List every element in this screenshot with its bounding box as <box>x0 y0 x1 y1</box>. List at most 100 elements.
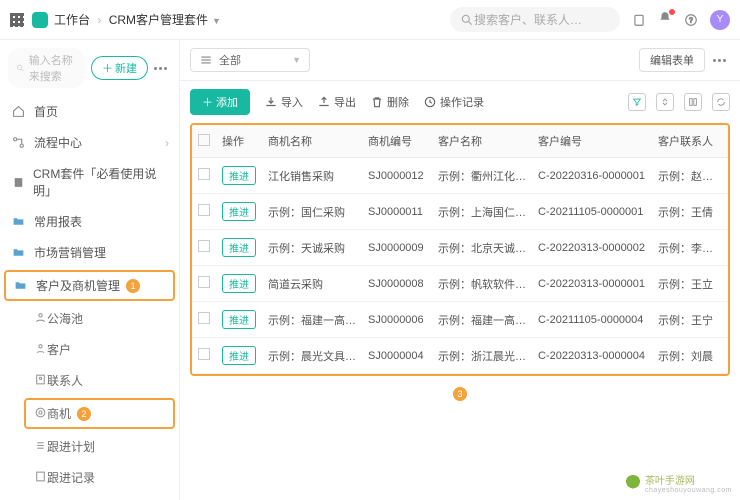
badge-2-icon: 2 <box>77 407 91 421</box>
sidebar-item-home[interactable]: 首页 <box>0 96 179 127</box>
sidebar-child-contact[interactable]: 联系人 <box>0 365 179 396</box>
sidebar-item-process[interactable]: 流程中心 <box>0 127 179 158</box>
sidebar-item-reports[interactable]: 常用报表 <box>0 206 179 237</box>
cell-contact: 示例：王倩 <box>652 194 728 230</box>
cell-cust-code: C-20220313-0000001 <box>532 266 652 302</box>
table-header-row: 操作 商机名称 商机编号 客户名称 客户编号 客户联系人 <box>192 125 728 158</box>
contact-icon <box>34 373 47 386</box>
import-button[interactable]: 导入 <box>264 94 303 110</box>
breadcrumb: 工作台 › CRM客户管理套件▼ <box>54 11 221 28</box>
progress-button[interactable]: 推进 <box>222 202 256 221</box>
sidebar-child-plan[interactable]: 跟进计划 <box>0 431 179 462</box>
list-view-icon <box>199 53 213 67</box>
cell-opp-code: SJ0000012 <box>362 158 432 194</box>
clipboard-icon[interactable] <box>632 13 646 27</box>
row-checkbox[interactable] <box>198 168 210 180</box>
cell-opp-code: SJ0000004 <box>362 338 432 374</box>
table-row[interactable]: 推进简道云采购SJ0000008示例：帆软软件有限公司C-20220313-00… <box>192 266 728 302</box>
user-icon <box>34 342 47 355</box>
edit-form-button[interactable]: 编辑表单 <box>639 48 705 72</box>
sidebar-child-opportunity[interactable]: 商机2 <box>24 398 175 429</box>
cell-cust-name: 示例：帆软软件有限公司 <box>432 266 532 302</box>
history-icon <box>423 95 437 109</box>
filter-button[interactable] <box>628 93 646 111</box>
table-row[interactable]: 推进示例：国仁采购SJ0000011示例：上海国仁有限…C-20211105-0… <box>192 194 728 230</box>
refresh-button[interactable] <box>712 93 730 111</box>
table-row[interactable]: 推进示例：天诚采购SJ0000009示例：北京天诚软件…C-20220313-0… <box>192 230 728 266</box>
folder-icon <box>12 246 25 259</box>
badge-3-icon: 3 <box>453 387 467 401</box>
row-checkbox[interactable] <box>198 348 210 360</box>
help-icon[interactable]: ? <box>684 13 698 27</box>
sidebar-child-cust-analysis[interactable]: 客户分析 <box>0 493 179 500</box>
cell-opp-name: 示例：福建一高3月订单 <box>262 302 362 338</box>
sidebar-search-input[interactable]: 输入名称来搜索 <box>8 48 85 88</box>
view-select[interactable]: 全部 ▼ <box>190 48 310 72</box>
download-icon <box>264 95 278 109</box>
table-row[interactable]: 推进江化销售采购SJ0000012示例：衢州江化集团C-20220316-000… <box>192 158 728 194</box>
cell-opp-code: SJ0000006 <box>362 302 432 338</box>
brand-logo-icon <box>32 12 48 28</box>
cell-opp-name: 示例：天诚采购 <box>262 230 362 266</box>
cell-cust-name: 示例：福建一高集团 <box>432 302 532 338</box>
upload-icon <box>317 95 331 109</box>
cell-cust-code: C-20220313-0000004 <box>532 338 652 374</box>
sidebar-item-crm-guide[interactable]: CRM套件「必看使用说明」 <box>0 158 179 206</box>
row-checkbox[interactable] <box>198 312 210 324</box>
table-row[interactable]: 推进示例：福建一高3月订单SJ0000006示例：福建一高集团C-2021110… <box>192 302 728 338</box>
cell-cust-name: 示例：衢州江化集团 <box>432 158 532 194</box>
sidebar-child-followup[interactable]: 跟进记录 <box>0 462 179 493</box>
sidebar-child-customer[interactable]: 客户 <box>0 334 179 365</box>
cell-opp-name: 示例：晨光文具设备… <box>262 338 362 374</box>
export-button[interactable]: 导出 <box>317 94 356 110</box>
sidebar-item-marketing[interactable]: 市场营销管理 <box>0 237 179 268</box>
sidebar-item-customers[interactable]: 客户及商机管理1 <box>4 270 175 301</box>
view-more-icon[interactable] <box>713 59 726 62</box>
select-all-checkbox[interactable] <box>198 134 210 146</box>
apps-grid-icon[interactable] <box>10 13 24 27</box>
expand-button[interactable] <box>656 93 674 111</box>
progress-button[interactable]: 推进 <box>222 238 256 257</box>
columns-button[interactable] <box>684 93 702 111</box>
col-opp-code: 商机编号 <box>362 125 432 158</box>
workspace-link[interactable]: 工作台 <box>54 13 90 27</box>
cell-opp-name: 示例：国仁采购 <box>262 194 362 230</box>
home-icon <box>12 105 25 118</box>
new-button[interactable]: ＋新建 <box>91 56 148 80</box>
oplog-button[interactable]: 操作记录 <box>423 94 484 110</box>
watermark-icon <box>625 475 641 491</box>
suite-dropdown[interactable]: CRM客户管理套件▼ <box>109 13 221 27</box>
list-icon <box>34 439 47 452</box>
table-footer-badge: 3 <box>180 384 740 403</box>
target-icon <box>34 406 47 419</box>
sort-icon <box>660 97 670 107</box>
sidebar-more-icon[interactable] <box>154 67 167 70</box>
sidebar-child-pool[interactable]: 公海池 <box>0 303 179 334</box>
notifications-button[interactable] <box>658 11 672 28</box>
chevron-down-icon: ▼ <box>292 55 301 65</box>
cell-cust-code: C-20220313-0000002 <box>532 230 652 266</box>
progress-button[interactable]: 推进 <box>222 166 256 185</box>
delete-button[interactable]: 删除 <box>370 94 409 110</box>
row-checkbox[interactable] <box>198 276 210 288</box>
table-row[interactable]: 推进示例：晨光文具设备…SJ0000004示例：浙江晨光文具…C-2022031… <box>192 338 728 374</box>
row-checkbox[interactable] <box>198 204 210 216</box>
cell-opp-name: 江化销售采购 <box>262 158 362 194</box>
main-panel: 全部 ▼ 编辑表单 ＋添加 导入 导出 删除 操作记录 <box>180 40 740 500</box>
progress-button[interactable]: 推进 <box>222 274 256 293</box>
avatar[interactable]: Y <box>710 10 730 30</box>
sidebar: 输入名称来搜索 ＋新建 首页 流程中心 CRM套件「必看使用说明」 常用报表 市… <box>0 40 180 500</box>
cell-cust-name: 示例：北京天诚软件… <box>432 230 532 266</box>
cell-contact: 示例：李清海 <box>652 230 728 266</box>
progress-button[interactable]: 推进 <box>222 310 256 329</box>
doc-icon <box>12 176 25 189</box>
cell-contact: 示例：赵仁民 <box>652 158 728 194</box>
folder-open-icon <box>14 279 27 292</box>
row-checkbox[interactable] <box>198 240 210 252</box>
add-button[interactable]: ＋添加 <box>190 89 250 115</box>
cell-opp-code: SJ0000009 <box>362 230 432 266</box>
filter-icon <box>632 97 642 107</box>
top-bar: 工作台 › CRM客户管理套件▼ 搜索客户、联系人… ? Y <box>0 0 740 40</box>
progress-button[interactable]: 推进 <box>222 346 256 365</box>
global-search-input[interactable]: 搜索客户、联系人… <box>450 7 620 32</box>
